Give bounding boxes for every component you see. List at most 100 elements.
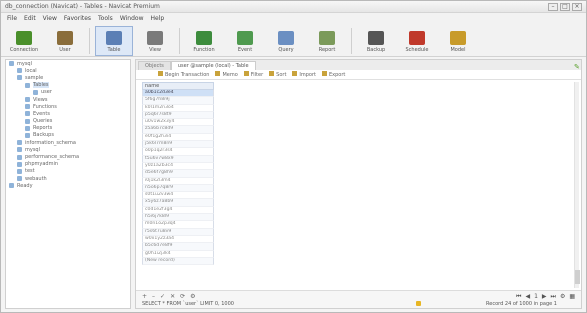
data-toolbar-import-button[interactable]: Import <box>292 71 316 78</box>
tree-node-icon <box>25 104 30 110</box>
toolbar-event-button[interactable]: Event <box>226 26 264 56</box>
tree-item[interactable]: Backups <box>6 132 130 139</box>
record-nav-button[interactable]: + <box>142 293 147 300</box>
tree-node-icon <box>17 147 22 153</box>
pager-button[interactable]: ▶ <box>542 293 547 301</box>
menu-window[interactable]: Window <box>120 15 144 22</box>
toolbar-connection-button[interactable]: Connection <box>5 26 43 56</box>
tree-item[interactable]: phpmyadmin <box>6 161 130 168</box>
tree-item[interactable]: information_schema <box>6 139 130 146</box>
tree-item[interactable]: Queries <box>6 118 130 125</box>
table-row[interactable]: a0b1c2d3e4 <box>142 90 214 98</box>
menu-file[interactable]: File <box>7 15 17 22</box>
table-row[interactable]: y0z1a2b3c4 <box>142 162 214 171</box>
table-row[interactable]: j5k6l7m8n9 <box>142 141 214 149</box>
record-info: Record 24 of 1000 in page 1 <box>486 301 557 307</box>
vertical-scrollbar[interactable] <box>574 82 580 288</box>
toolbar-label: Query <box>278 47 294 53</box>
table-row[interactable]: 5f6g7h8i9j <box>142 97 214 105</box>
table-row[interactable]: b5c6d7e8f9 <box>142 243 214 251</box>
title-bar: db_connection (Navicat) - Tables - Navic… <box>1 1 586 13</box>
refresh-icon[interactable]: ✎ <box>574 63 582 71</box>
scroll-thumb[interactable] <box>575 270 580 284</box>
tree-item[interactable]: user <box>6 89 130 96</box>
table-row[interactable]: r5s6t7u8v9 <box>142 228 214 236</box>
toolbar-backup-button[interactable]: Backup <box>357 26 395 56</box>
tree-item[interactable]: Tables <box>6 82 130 89</box>
pager-button[interactable]: ◀ <box>525 293 530 301</box>
grid-column-header[interactable]: name <box>142 82 214 90</box>
toolbar-label: User <box>59 47 71 53</box>
table-row[interactable]: z5a6b7c8d9 <box>142 126 214 134</box>
menu-edit[interactable]: Edit <box>24 15 36 22</box>
pager-button[interactable]: ⏮ <box>516 293 521 301</box>
toolbar-model-button[interactable]: Model <box>439 26 477 56</box>
toolbar-table-button[interactable]: Table <box>95 26 133 56</box>
menu-help[interactable]: Help <box>150 15 164 22</box>
table-row[interactable]: u0v1w2x3y4 <box>142 119 214 127</box>
record-nav-button[interactable]: ⟳ <box>180 293 185 300</box>
toolbar-function-button[interactable]: Function <box>185 26 223 56</box>
record-nav-buttons: + – ✓ ✕ ⟳ ⚙ <box>142 293 196 300</box>
tree-item[interactable]: Events <box>6 110 130 117</box>
table-row[interactable]: d5e6f7g8h9 <box>142 170 214 178</box>
editor-tab[interactable]: user @sample (local) - Table <box>170 61 256 70</box>
table-row[interactable]: n5o6p7q8r9 <box>142 184 214 193</box>
pager-button[interactable]: ⏭ <box>551 293 556 301</box>
record-nav-button[interactable]: – <box>152 293 155 300</box>
tree-item[interactable]: webauth <box>6 175 130 182</box>
data-toolbar-export-button[interactable]: Export <box>322 71 345 78</box>
toolbar-report-button[interactable]: Report <box>308 26 346 56</box>
table-row[interactable]: m0n1o2p3q4 <box>142 221 214 229</box>
toolbar-view-button[interactable]: View <box>136 26 174 56</box>
tree-item[interactable]: Ready <box>6 182 130 189</box>
record-nav-button[interactable]: ⚙ <box>190 293 195 300</box>
data-toolbar-sort-button[interactable]: Sort <box>269 71 286 78</box>
tree-item[interactable]: mysql <box>6 60 130 67</box>
menu-tools[interactable]: Tools <box>98 15 113 22</box>
table-row[interactable]: x5y6z7a8b9 <box>142 199 214 207</box>
pager-button[interactable]: ⚙ <box>560 293 565 301</box>
data-toolbar-memo-button[interactable]: Memo <box>215 71 238 78</box>
tree-item[interactable]: performance_schema <box>6 153 130 160</box>
table-row[interactable]: c0d1e2f3g4 <box>142 206 214 215</box>
tree-item[interactable]: test <box>6 168 130 175</box>
close-button[interactable]: × <box>572 2 582 11</box>
table-row[interactable]: (New record) <box>142 257 214 266</box>
data-toolbar-filter-button[interactable]: Filter <box>243 71 263 78</box>
tree-item-label: Functions <box>33 103 57 110</box>
record-nav-button[interactable]: ✓ <box>160 293 165 300</box>
tree-item[interactable]: Functions <box>6 103 130 110</box>
pager-button[interactable]: ▦ <box>569 293 575 301</box>
table-row[interactable]: i0j1k2l3m4 <box>142 177 214 185</box>
editor-tab[interactable]: Objects <box>138 61 171 70</box>
toolbar-query-button[interactable]: Query <box>267 26 305 56</box>
toolbar-schedule-button[interactable]: Schedule <box>398 26 436 56</box>
table-row[interactable]: h5i6j7k8l9 <box>142 214 214 222</box>
tree-item[interactable]: mysql <box>6 146 130 153</box>
table-row[interactable]: t5u6v7w8x9 <box>142 155 214 163</box>
table-row[interactable]: s0t1u2v3w4 <box>142 192 214 200</box>
editor-tab-bar: Objects user @sample (local) - Table <box>136 60 581 70</box>
tree-node-icon <box>17 161 22 167</box>
menu-favorites[interactable]: Favorites <box>64 15 91 22</box>
pager-button[interactable]: 1 <box>534 293 538 301</box>
table-row[interactable]: o0p1q2r3s4 <box>142 148 214 156</box>
table-row[interactable]: p5q6r7s8t9 <box>142 111 214 120</box>
tree-item[interactable]: Views <box>6 96 130 103</box>
toolbar-user-button[interactable]: User <box>46 26 84 56</box>
minimize-button[interactable]: – <box>548 2 558 11</box>
tree-item[interactable]: local <box>6 67 130 74</box>
table-row[interactable]: e0f1g2h3i4 <box>142 133 214 142</box>
table-row[interactable]: w0x1y2z3a4 <box>142 235 214 244</box>
record-nav-button[interactable]: ✕ <box>170 293 175 300</box>
tree-node-icon <box>17 68 22 74</box>
tree-item[interactable]: sample <box>6 74 130 81</box>
data-toolbar-label: Export <box>329 72 346 78</box>
data-toolbar-begin-transaction-button[interactable]: Begin Transaction <box>158 71 209 78</box>
tree-item[interactable]: Reports <box>6 125 130 132</box>
menu-view[interactable]: View <box>43 15 57 22</box>
table-row[interactable]: k0l1m2n3o4 <box>142 104 214 112</box>
table-row[interactable]: g0h1i2j3k4 <box>142 250 214 258</box>
maximize-button[interactable]: □ <box>560 2 570 11</box>
